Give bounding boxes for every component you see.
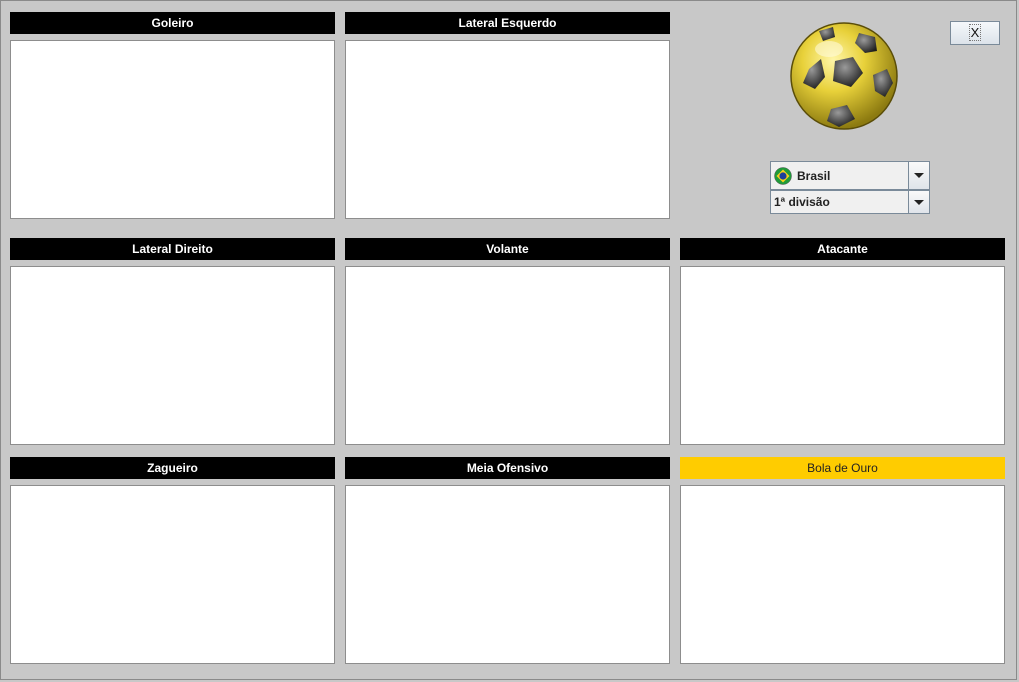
player-drop-area[interactable]: [345, 40, 670, 219]
player-drop-area[interactable]: [10, 485, 335, 664]
close-label: X: [968, 24, 982, 41]
panel-title: Meia Ofensivo: [345, 457, 670, 479]
panel-title: Zagueiro: [10, 457, 335, 479]
country-select-value: Brasil: [774, 162, 830, 189]
golden-soccer-ball-icon: [790, 22, 898, 130]
country-select[interactable]: Brasil: [770, 161, 930, 190]
panel-title: Volante: [345, 238, 670, 260]
panel-zagueiro: Zagueiro: [10, 457, 335, 664]
country-label: Brasil: [797, 168, 831, 183]
chevron-down-icon: [914, 199, 924, 205]
player-drop-area[interactable]: [345, 266, 670, 445]
panel-lateral-esquerdo: Lateral Esquerdo: [345, 12, 670, 219]
panel-title: Goleiro: [10, 12, 335, 34]
panel-title: Lateral Direito: [10, 238, 335, 260]
player-drop-area[interactable]: [10, 40, 335, 219]
panel-meia-ofensivo: Meia Ofensivo: [345, 457, 670, 664]
panel-goleiro: Goleiro: [10, 12, 335, 219]
player-drop-area[interactable]: [10, 266, 335, 445]
division-dropdown-button[interactable]: [908, 191, 929, 213]
player-drop-area[interactable]: [680, 485, 1005, 664]
panel-title: Lateral Esquerdo: [345, 12, 670, 34]
brazil-flag-icon: [774, 166, 792, 185]
player-drop-area[interactable]: [345, 485, 670, 664]
country-dropdown-button[interactable]: [908, 162, 929, 189]
panel-atacante: Atacante: [680, 238, 1005, 445]
division-select-value: 1ª divisão: [774, 191, 830, 213]
close-button[interactable]: X: [950, 21, 1000, 45]
division-select[interactable]: 1ª divisão: [770, 190, 930, 214]
panel-title: Bola de Ouro: [680, 457, 1005, 479]
panel-title: Atacante: [680, 238, 1005, 260]
panel-bola-de-ouro: Bola de Ouro: [680, 457, 1005, 664]
division-label: 1ª divisão: [774, 195, 830, 209]
panel-volante: Volante: [345, 238, 670, 445]
player-drop-area[interactable]: [680, 266, 1005, 445]
chevron-down-icon: [914, 173, 924, 178]
panel-lateral-direito: Lateral Direito: [10, 238, 335, 445]
